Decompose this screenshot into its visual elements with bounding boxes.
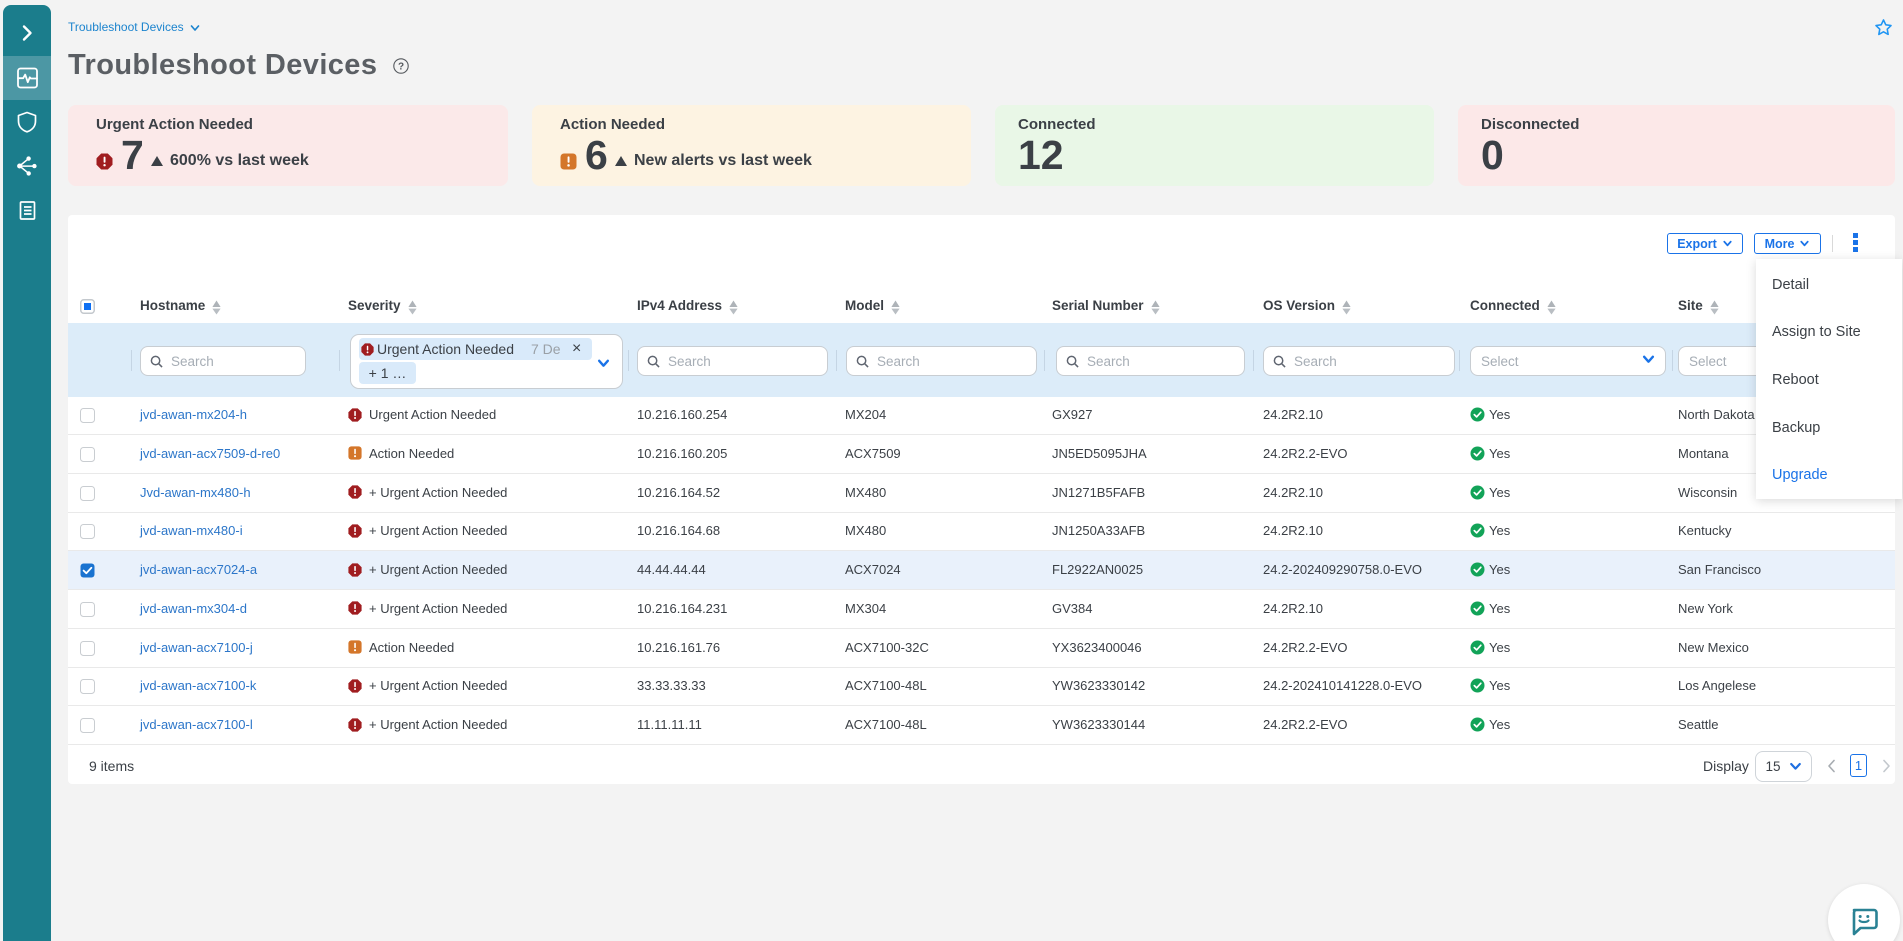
svg-text:?: ? <box>398 61 404 72</box>
